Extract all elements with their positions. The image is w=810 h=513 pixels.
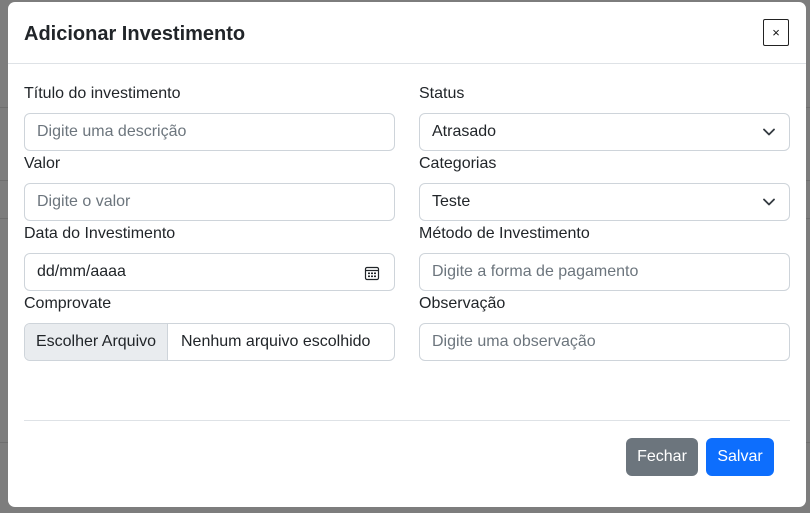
- metodo-input[interactable]: Digite a forma de pagamento: [419, 253, 790, 291]
- status-label: Status: [419, 85, 465, 102]
- status-select[interactable]: Atrasado: [419, 113, 790, 151]
- date-input[interactable]: dd/mm/aaaa: [24, 253, 395, 291]
- observacao-placeholder: Digite uma observação: [432, 333, 596, 350]
- observacao-label: Observação: [419, 295, 506, 312]
- file-input[interactable]: Escolher Arquivo Nenhum arquivo escolhid…: [24, 323, 395, 361]
- titulo-input[interactable]: Digite uma descrição: [24, 113, 395, 151]
- comprovante-label: Comprovate: [24, 295, 112, 312]
- titulo-label: Título do investimento: [24, 85, 181, 102]
- choose-file-button[interactable]: Escolher Arquivo: [25, 324, 168, 360]
- categorias-selected-value: Teste: [432, 193, 471, 210]
- modal-header: Adicionar Investimento ×: [8, 2, 806, 64]
- chevron-down-icon: [763, 128, 775, 136]
- observacao-input[interactable]: Digite uma observação: [419, 323, 790, 361]
- valor-placeholder: Digite o valor: [37, 193, 131, 210]
- footer-divider: [24, 420, 790, 421]
- chevron-down-icon: [763, 198, 775, 206]
- date-value: dd/mm/aaaa: [37, 263, 126, 280]
- titulo-placeholder: Digite uma descrição: [37, 123, 187, 140]
- file-status-text: Nenhum arquivo escolhido: [181, 333, 371, 350]
- categorias-select[interactable]: Teste: [419, 183, 790, 221]
- calendar-icon[interactable]: [364, 265, 380, 281]
- valor-input[interactable]: Digite o valor: [24, 183, 395, 221]
- modal-title: Adicionar Investimento: [24, 23, 246, 45]
- categorias-label: Categorias: [419, 155, 497, 172]
- status-selected-value: Atrasado: [432, 123, 497, 140]
- valor-label: Valor: [24, 155, 61, 172]
- salvar-button[interactable]: Salvar: [706, 438, 774, 476]
- metodo-placeholder: Digite a forma de pagamento: [432, 263, 639, 280]
- add-investment-modal: Adicionar Investimento × Título do inves…: [8, 2, 806, 507]
- data-label: Data do Investimento: [24, 225, 176, 242]
- close-button[interactable]: ×: [763, 19, 789, 46]
- fechar-button[interactable]: Fechar: [626, 438, 698, 476]
- metodo-label: Método de Investimento: [419, 225, 590, 242]
